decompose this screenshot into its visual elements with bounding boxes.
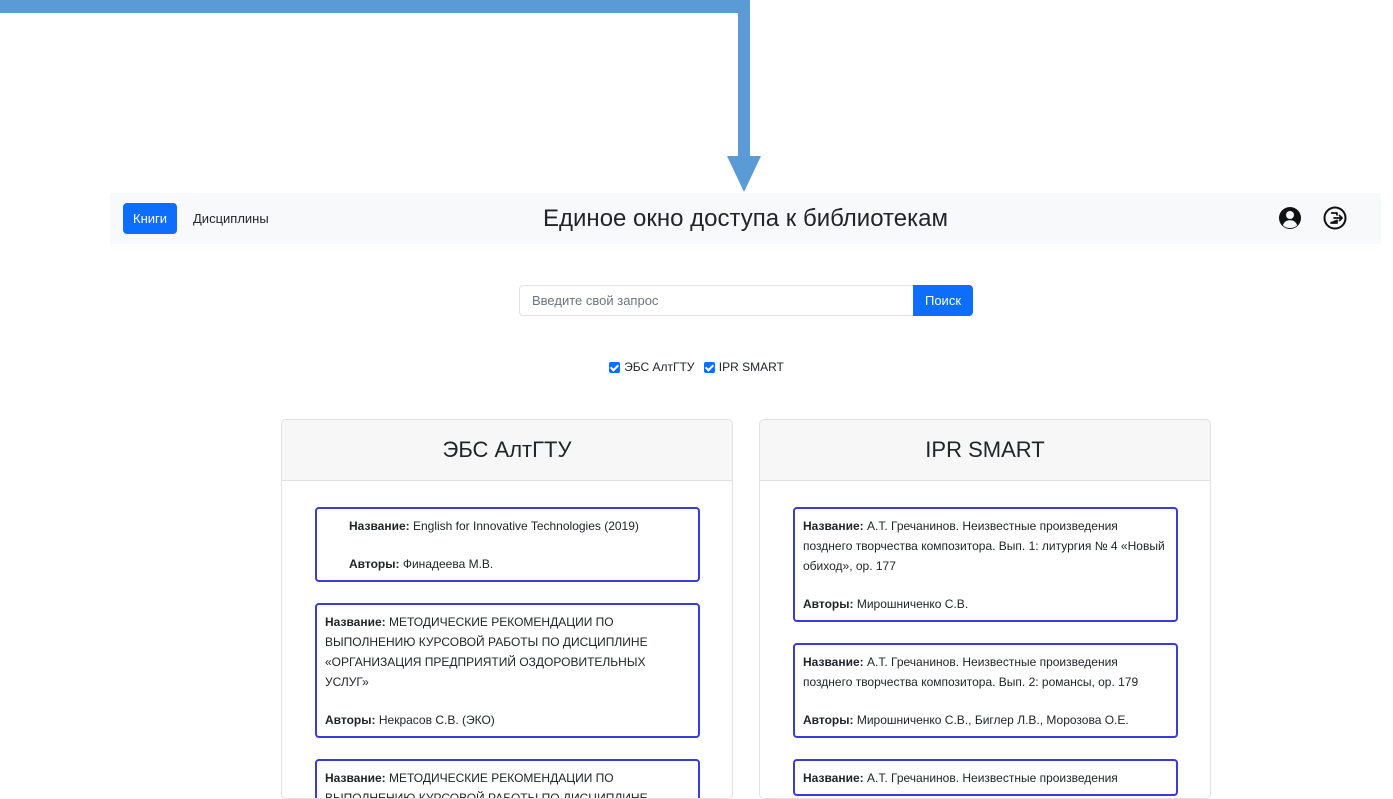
search-button[interactable]: Поиск (913, 285, 973, 316)
name-label: Название: (325, 771, 386, 785)
result-item[interactable]: Название: А.Т. Гречанинов. Неизвестные п… (793, 643, 1178, 738)
checkbox-checked-icon[interactable] (703, 361, 715, 373)
authors-value: Финадеева М.В. (402, 557, 494, 571)
name-label: Название: (803, 655, 864, 669)
result-name: Название: А.Т. Гречанинов. Неизвестные п… (803, 516, 1168, 576)
arrow-horizontal-segment (0, 0, 750, 13)
result-name: Название: А.Т. Гречанинов. Неизвестные п… (803, 768, 1168, 788)
result-item[interactable]: Название: МЕТОДИЧЕСКИЕ РЕКОМЕНДАЦИИ ПО В… (315, 603, 700, 738)
result-authors: Авторы: Некрасов С.В. (ЭКО) (325, 710, 690, 730)
page-title: Единое окно доступа к библиотекам (543, 205, 948, 232)
results-card-ebs-altgtu: ЭБС АлтГТУ Название: English for Innovat… (281, 419, 733, 799)
nav-tab-books[interactable]: Книги (123, 203, 178, 234)
arrow-head (727, 156, 761, 192)
name-value: English for Innovative Technologies (201… (412, 519, 639, 533)
logout-icon[interactable] (1323, 206, 1347, 230)
name-label: Название: (803, 519, 864, 533)
authors-label: Авторы: (803, 597, 854, 611)
arrow-vertical-segment (738, 0, 750, 158)
name-value: А.Т. Гречанинов. Неизвестные произведени… (866, 771, 1118, 785)
user-circle-icon[interactable] (1278, 206, 1302, 230)
nav-tab-disciplines[interactable]: Дисциплины (183, 203, 279, 234)
filter-label: ЭБС АлтГТУ (624, 360, 695, 374)
authors-value: Некрасов С.В. (ЭКО) (378, 713, 495, 727)
result-name: Название: МЕТОДИЧЕСКИЕ РЕКОМЕНДАЦИИ ПО В… (325, 768, 690, 798)
authors-value: Мирошниченко С.В. (856, 597, 969, 611)
filter-ipr-smart[interactable]: IPR SMART (703, 360, 784, 374)
authors-label: Авторы: (803, 713, 854, 727)
source-filters: ЭБС АлтГТУ IPR SMART (0, 360, 1393, 376)
results-card-ipr-smart: IPR SMART Название: А.Т. Гречанинов. Неи… (759, 419, 1211, 799)
authors-label: Авторы: (349, 557, 400, 571)
filter-ebs-altgtu[interactable]: ЭБС АлтГТУ (609, 360, 694, 374)
result-name: Название: А.Т. Гречанинов. Неизвестные п… (803, 652, 1168, 692)
result-authors: Авторы: Финадеева М.В. (325, 554, 690, 574)
result-name: Название: English for Innovative Technol… (325, 516, 690, 536)
name-label: Название: (349, 519, 410, 533)
result-item[interactable]: Название: МЕТОДИЧЕСКИЕ РЕКОМЕНДАЦИИ ПО В… (315, 759, 700, 798)
results-list: Название: English for Innovative Technol… (282, 481, 732, 798)
search-input[interactable] (519, 285, 913, 316)
filter-label: IPR SMART (718, 360, 784, 374)
top-navbar: Книги Дисциплины Единое окно доступа к б… (110, 193, 1381, 244)
result-item[interactable]: Название: А.Т. Гречанинов. Неизвестные п… (793, 507, 1178, 622)
result-name: Название: МЕТОДИЧЕСКИЕ РЕКОМЕНДАЦИИ ПО В… (325, 612, 690, 692)
result-authors: Авторы: Мирошниченко С.В., Биглер Л.В., … (803, 710, 1168, 730)
checkbox-checked-icon[interactable] (609, 361, 621, 373)
result-authors: Авторы: Мирошниченко С.В. (803, 594, 1168, 614)
card-title: IPR SMART (760, 420, 1210, 481)
result-item[interactable]: Название: English for Innovative Technol… (315, 507, 700, 582)
authors-label: Авторы: (325, 713, 376, 727)
card-title: ЭБС АлтГТУ (282, 420, 732, 481)
results-list: Название: А.Т. Гречанинов. Неизвестные п… (760, 481, 1210, 796)
name-label: Название: (803, 771, 864, 785)
authors-value: Мирошниченко С.В., Биглер Л.В., Морозова… (856, 713, 1129, 727)
name-label: Название: (325, 615, 386, 629)
result-item[interactable]: Название: А.Т. Гречанинов. Неизвестные п… (793, 759, 1178, 796)
